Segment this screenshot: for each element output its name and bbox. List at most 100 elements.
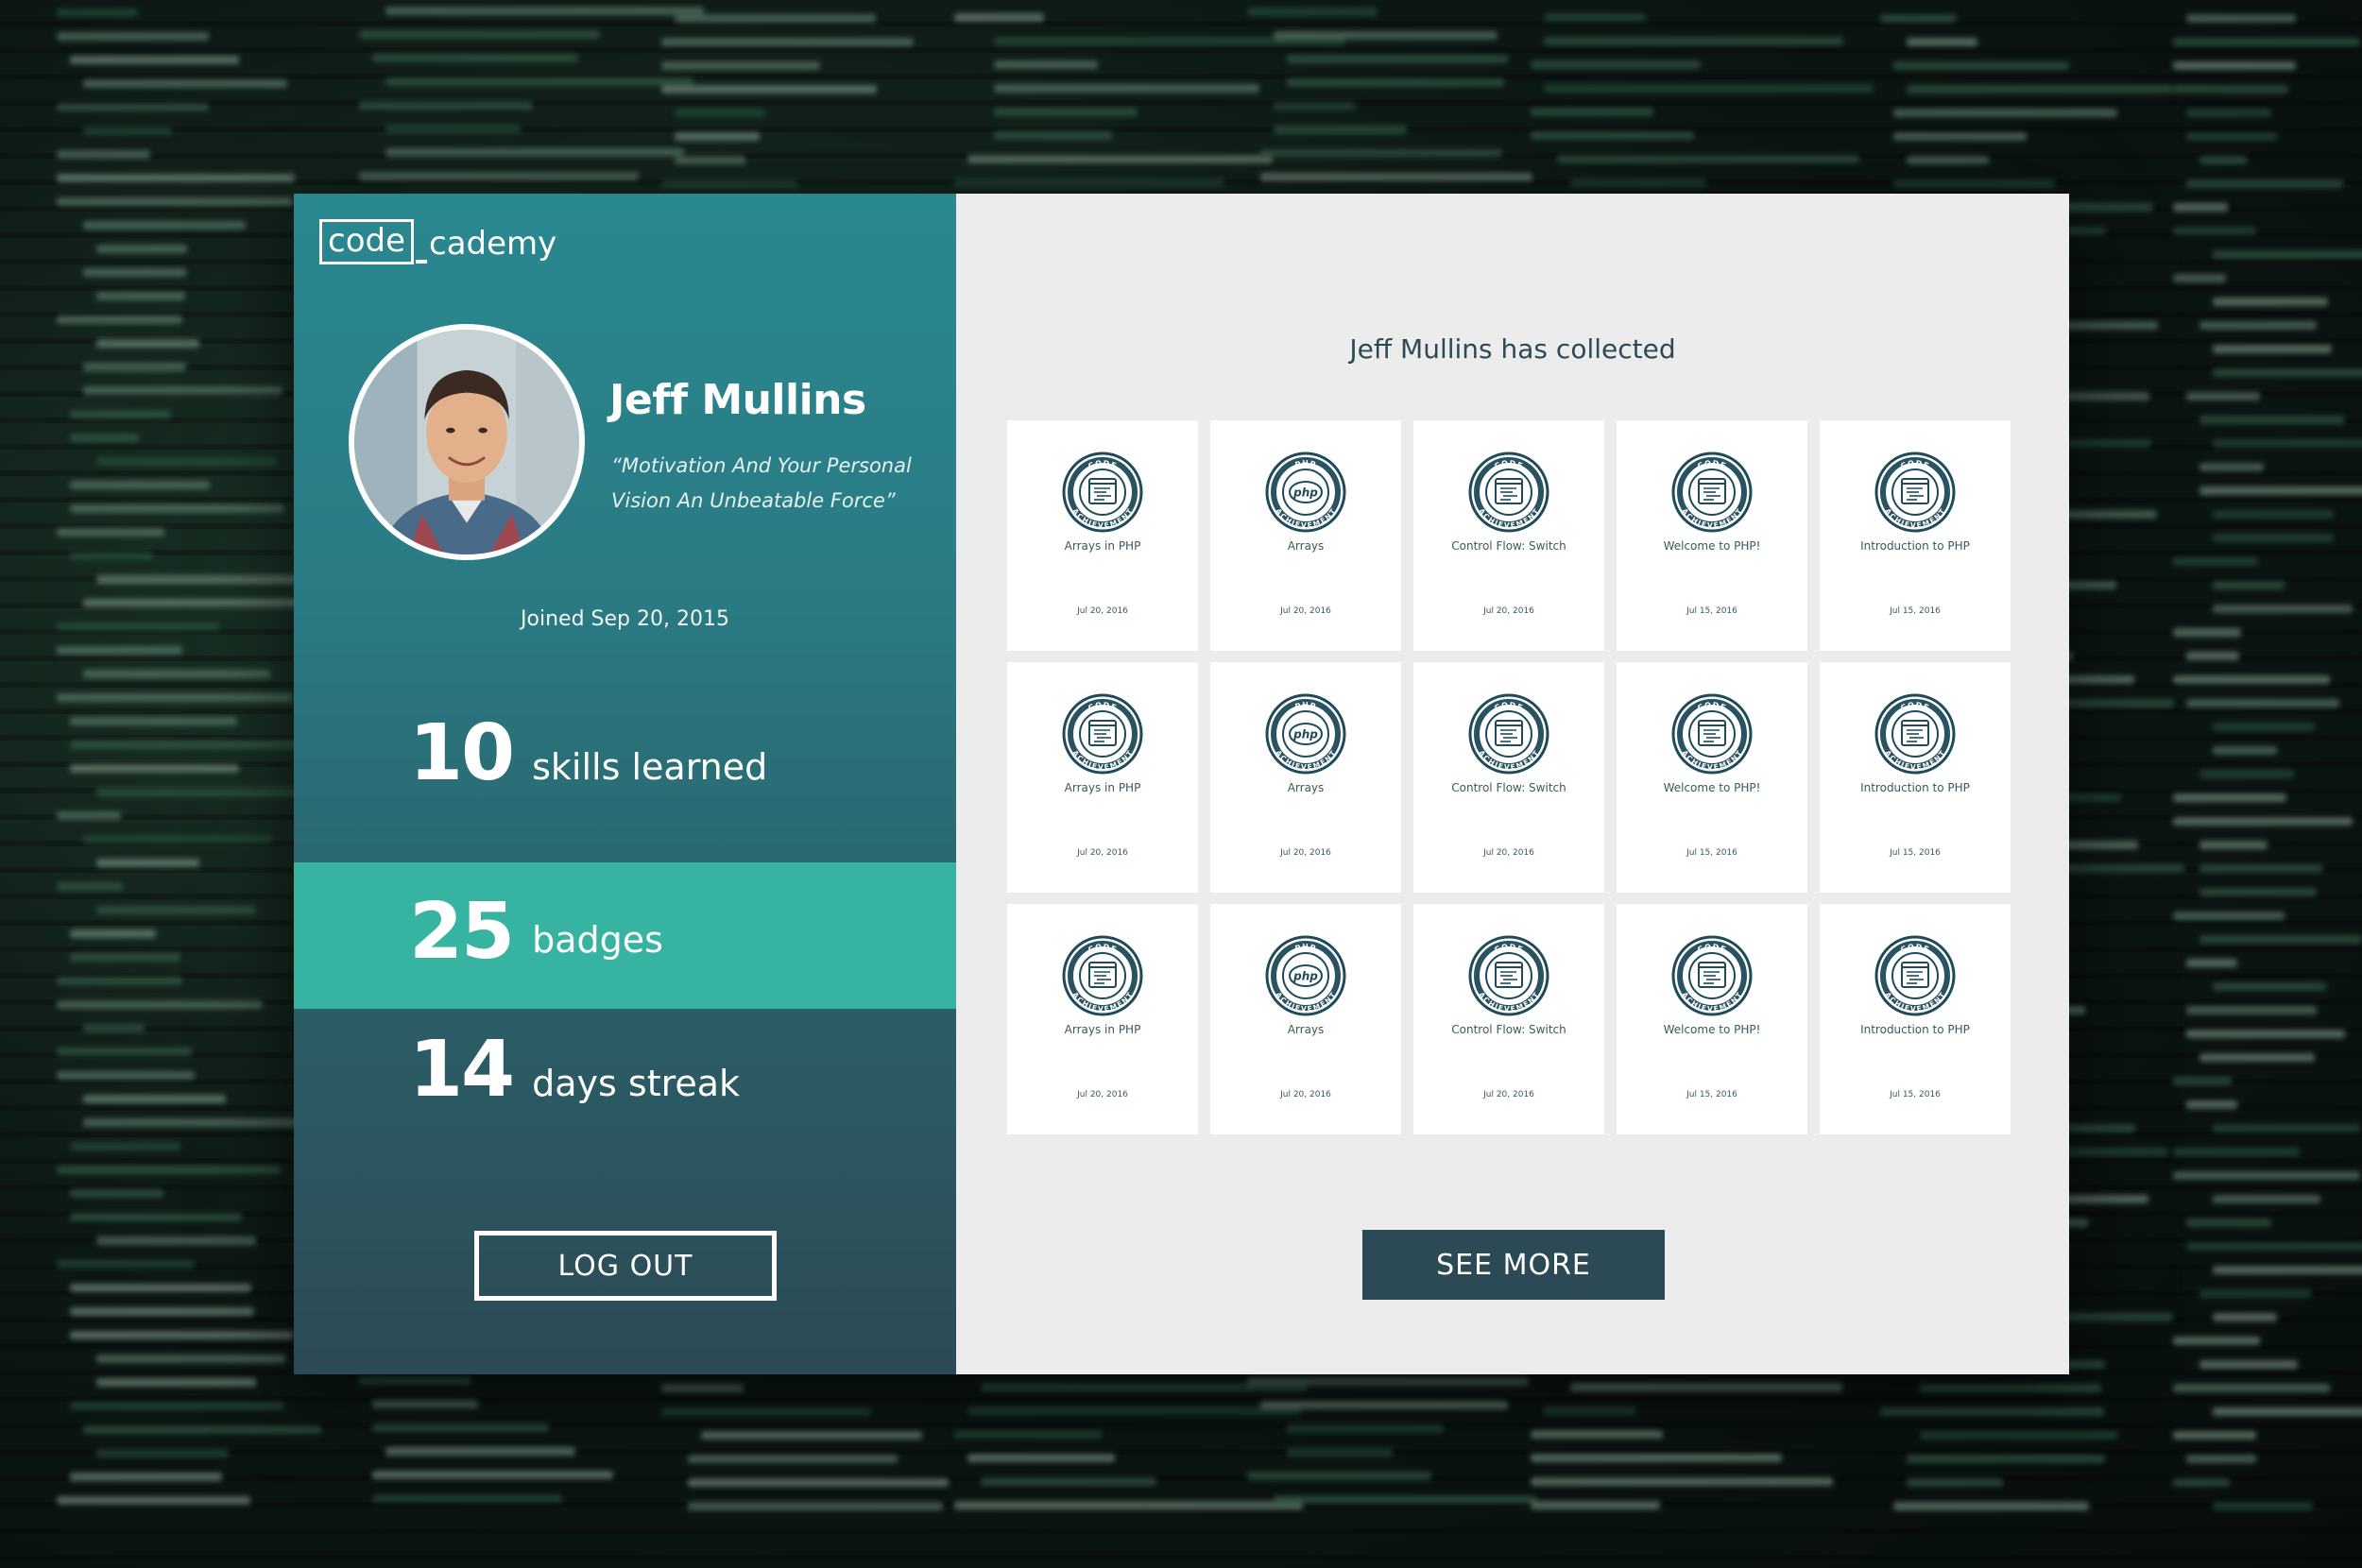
badge-date: Jul 20, 2016 xyxy=(1077,848,1128,858)
code-line xyxy=(96,575,316,584)
code-line xyxy=(1531,1430,1664,1439)
badge-card[interactable]: PHP ACHIEVEMENT php Arrays Jul 20, 2016 xyxy=(1210,420,1401,651)
avatar-photo xyxy=(354,330,579,554)
code-line xyxy=(70,953,180,962)
badge-grid: CODE ACHIEVEMENT Arrays in PHP Jul 20, 20… xyxy=(1007,420,2011,1134)
code-line xyxy=(70,741,314,749)
code-line xyxy=(1287,78,1505,87)
code-line xyxy=(1893,132,2027,141)
badge-card[interactable]: CODE ACHIEVEMENT Arrays in PHP Jul 20, 20… xyxy=(1007,420,1198,651)
badge-card[interactable]: CODE ACHIEVEMENT Welcome to PHP! Jul 15, … xyxy=(1617,904,1807,1134)
code-line xyxy=(2186,1242,2362,1251)
badge-card[interactable]: CODE ACHIEVEMENT Introduction to PHP Jul … xyxy=(1820,904,2011,1134)
code-line xyxy=(967,155,1273,163)
code-achievement-icon: CODE ACHIEVEMENT xyxy=(1874,692,1957,775)
badge-card[interactable]: CODE ACHIEVEMENT Control Flow: Switch Jul… xyxy=(1413,420,1604,651)
badge-card[interactable]: CODE ACHIEVEMENT Welcome to PHP! Jul 15, … xyxy=(1617,420,1807,651)
code-line xyxy=(1531,1477,1834,1486)
code-line xyxy=(688,1455,898,1463)
code-line xyxy=(96,339,200,348)
code-line xyxy=(1880,1407,2104,1416)
code-line xyxy=(2213,1124,2360,1133)
badge-date: Jul 20, 2016 xyxy=(1483,1090,1534,1099)
code-line xyxy=(2173,1171,2360,1180)
code-line xyxy=(2173,628,2241,637)
code-line xyxy=(96,1449,230,1457)
badge-title: Introduction to PHP xyxy=(1860,1023,1970,1036)
code-line xyxy=(661,179,797,188)
code-achievement-icon: CODE ACHIEVEMENT xyxy=(1670,451,1754,534)
code-line xyxy=(96,859,200,867)
code-line xyxy=(70,481,211,489)
code-line xyxy=(2173,85,2288,94)
code-line xyxy=(954,179,1224,187)
code-line xyxy=(83,1024,145,1032)
badge-card[interactable]: CODE ACHIEVEMENT Introduction to PHP Jul … xyxy=(1820,662,2011,893)
code-line xyxy=(2213,746,2277,755)
code-line xyxy=(661,1407,871,1416)
code-line xyxy=(83,1425,322,1434)
badge-card[interactable]: CODE ACHIEVEMENT Introduction to PHP Jul … xyxy=(1820,420,2011,651)
code-line xyxy=(2186,1455,2256,1463)
code-line xyxy=(2186,1100,2237,1109)
stat-streak-label: days streak xyxy=(532,1063,741,1104)
code-line xyxy=(57,1071,195,1080)
code-line xyxy=(70,434,139,442)
logo-wordmark: cademy xyxy=(429,225,557,263)
code-line xyxy=(57,622,219,631)
badge-card[interactable]: PHP ACHIEVEMENT php Arrays Jul 20, 2016 xyxy=(1210,904,1401,1134)
code-line xyxy=(57,150,150,159)
code-line xyxy=(2213,581,2285,589)
code-line xyxy=(1260,173,1532,181)
badge-title: Introduction to PHP xyxy=(1860,539,1970,553)
logout-button[interactable]: LOG OUT xyxy=(474,1231,777,1301)
badge-card[interactable]: CODE ACHIEVEMENT Welcome to PHP! Jul 15, … xyxy=(1617,662,1807,893)
codecademy-logo[interactable]: code cademy xyxy=(319,219,556,264)
code-line xyxy=(967,1454,1115,1462)
code-line xyxy=(83,79,287,88)
code-line xyxy=(2213,534,2334,542)
code-line xyxy=(1907,156,1989,164)
code-line xyxy=(2173,793,2286,802)
code-line xyxy=(83,127,172,135)
code-line xyxy=(70,929,156,938)
code-line xyxy=(1531,131,1694,140)
code-line xyxy=(2199,888,2317,896)
code-line xyxy=(1544,37,1843,45)
php-achievement-icon: PHP ACHIEVEMENT php xyxy=(1264,934,1347,1017)
code-line xyxy=(2213,1502,2313,1510)
svg-text:php: php xyxy=(1292,728,1318,741)
code-line xyxy=(2186,959,2237,967)
code-line xyxy=(1287,55,1508,63)
code-line xyxy=(661,85,877,94)
badge-card[interactable]: CODE ACHIEVEMENT Arrays in PHP Jul 20, 20… xyxy=(1007,662,1198,893)
see-more-button[interactable]: SEE MORE xyxy=(1362,1230,1665,1300)
code-line xyxy=(2213,298,2328,306)
code-line xyxy=(2173,675,2330,684)
badge-title: Welcome to PHP! xyxy=(1663,1023,1761,1036)
code-achievement-icon: CODE ACHIEVEMENT xyxy=(1467,934,1550,1017)
stat-skills-label: skills learned xyxy=(532,746,768,788)
code-line xyxy=(2213,1313,2277,1321)
code-line xyxy=(2186,1006,2317,1014)
badge-card[interactable]: CODE ACHIEVEMENT Control Flow: Switch Jul… xyxy=(1413,662,1604,893)
code-achievement-icon: CODE ACHIEVEMENT xyxy=(1061,451,1144,534)
badge-card[interactable]: PHP ACHIEVEMENT php Arrays Jul 20, 2016 xyxy=(1210,662,1401,893)
badge-card[interactable]: CODE ACHIEVEMENT Arrays in PHP Jul 20, 20… xyxy=(1007,904,1198,1134)
code-line xyxy=(57,1166,281,1174)
code-line xyxy=(1247,1377,1529,1386)
code-line xyxy=(57,1260,195,1269)
badge-card[interactable]: CODE ACHIEVEMENT Control Flow: Switch Jul… xyxy=(1413,904,1604,1134)
code-line xyxy=(70,764,240,773)
code-line xyxy=(57,646,182,655)
stat-badges[interactable]: 25 badges xyxy=(294,862,956,1009)
code-line xyxy=(675,14,876,23)
code-line xyxy=(994,131,1113,140)
code-line xyxy=(2199,156,2247,164)
code-line xyxy=(954,1430,1102,1439)
code-line xyxy=(2186,132,2277,141)
code-line xyxy=(1287,1424,1445,1433)
badge-title: Welcome to PHP! xyxy=(1663,539,1761,553)
code-line xyxy=(57,1496,251,1505)
code-line xyxy=(83,386,282,395)
